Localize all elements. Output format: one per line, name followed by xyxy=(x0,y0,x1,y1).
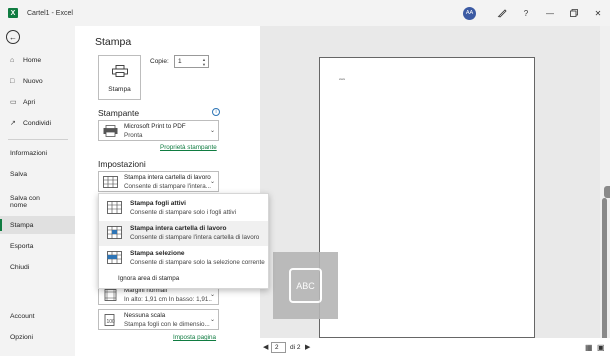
preview-page-text: xxxx xyxy=(339,77,345,81)
print-button-label: Stampa xyxy=(108,86,131,93)
printer-dropdown[interactable]: Microsoft Print to PDF Pronta ⌄ xyxy=(98,120,219,141)
menu-item-desc: Consente di stampare solo i fogli attivi xyxy=(130,209,237,216)
print-scope-dropdown[interactable]: Stampa intera cartella di lavoro Consent… xyxy=(98,171,219,192)
margins-icon xyxy=(104,289,117,301)
menu-item-print-selection[interactable]: Stampa selezione Consente di stampare so… xyxy=(99,246,268,271)
print-button[interactable]: Stampa xyxy=(98,55,141,100)
previous-page-icon[interactable]: ◀ xyxy=(263,343,268,351)
page-title: Stampa xyxy=(95,36,132,48)
preview-page: xxxx xyxy=(319,57,535,338)
print-scope-menu: Stampa fogli attivi Consente di stampare… xyxy=(98,193,269,289)
close-icon[interactable]: ✕ xyxy=(586,0,610,26)
printer-name: Microsoft Print to PDF xyxy=(124,123,186,130)
preview-footer xyxy=(260,338,610,356)
share-icon: ↗ xyxy=(10,120,16,127)
workbook-icon xyxy=(107,226,122,239)
menu-item-title: Stampa fogli attivi xyxy=(130,200,186,207)
menu-item-desc: Consente di stampare l'intera cartella d… xyxy=(130,234,260,241)
zoom-to-page-icon[interactable]: ▣ xyxy=(597,343,605,352)
sidebar-item-account[interactable]: Account xyxy=(0,307,75,325)
pen-icon[interactable] xyxy=(490,0,514,26)
page-count: di 2 xyxy=(290,344,301,351)
sidebar-item-info[interactable]: Informazioni xyxy=(0,144,75,162)
chevron-down-icon: ⌄ xyxy=(209,317,215,323)
window-title: Cartel1 - Excel xyxy=(27,9,73,17)
printer-icon xyxy=(103,125,118,137)
sidebar-item-open[interactable]: ▭ Apri xyxy=(0,93,75,111)
accessibility-overlay[interactable]: ABC xyxy=(273,252,338,319)
side-panel-handle[interactable] xyxy=(604,186,610,198)
sidebar-item-save-as[interactable]: Salva con nome xyxy=(0,189,75,215)
new-file-icon: □ xyxy=(10,77,15,85)
scaling-dropdown[interactable]: 100 Nessuna scala Stampa fogli con le di… xyxy=(98,309,219,330)
scaling-desc: Stampa fogli con le dimensio... xyxy=(124,321,210,328)
sidebar-item-share[interactable]: ↗ Condividi xyxy=(0,114,75,132)
print-scope-title: Stampa intera cartella di lavoro xyxy=(124,174,211,181)
chevron-down-icon: ⌄ xyxy=(209,292,215,298)
printer-properties-link[interactable]: Proprietà stampante xyxy=(160,144,217,151)
svg-text:100: 100 xyxy=(107,319,116,325)
chevron-down-icon: ⌄ xyxy=(209,128,215,134)
avatar[interactable]: AA xyxy=(463,6,476,20)
sidebar-item-home[interactable]: ⌂ Home xyxy=(0,51,75,69)
copies-label: Copie: xyxy=(150,58,169,65)
minimize-icon[interactable]: — xyxy=(538,0,562,26)
margins-desc: In alto: 1,91 cm In basso: 1,91... xyxy=(124,296,212,303)
sidebar-item-new[interactable]: □ Nuovo xyxy=(0,72,75,90)
text-recognition-icon: ABC xyxy=(289,268,322,303)
scaling-title: Nessuna scala xyxy=(124,312,166,319)
sidebar-item-options[interactable]: Opzioni xyxy=(0,328,75,346)
workbook-icon xyxy=(103,176,118,188)
settings-section-title: Impostazioni xyxy=(98,159,146,169)
menu-item-desc: Consente di stampare solo la selezione c… xyxy=(130,259,265,266)
sidebar-divider xyxy=(8,139,68,140)
ignore-print-area-option[interactable]: Ignora area di stampa xyxy=(118,275,179,282)
menu-item-title: Stampa intera cartella di lavoro xyxy=(130,225,227,232)
excel-logo-icon: X xyxy=(8,8,18,18)
menu-item-title: Stampa selezione xyxy=(130,250,185,257)
print-scope-desc: Consente di stampare l'intera... xyxy=(124,183,211,190)
menu-item-print-entire-workbook[interactable]: Stampa intera cartella di lavoro Consent… xyxy=(99,221,268,246)
sidebar-item-export[interactable]: Esporta xyxy=(0,237,75,255)
title-bar-controls: AA ? — ✕ xyxy=(463,0,610,26)
restore-icon[interactable] xyxy=(562,0,586,26)
info-icon[interactable]: i xyxy=(212,108,220,116)
show-margins-icon[interactable]: ▦ xyxy=(585,343,593,352)
printer-status: Pronta xyxy=(124,132,143,139)
home-icon: ⌂ xyxy=(10,56,15,64)
scrollbar-thumb[interactable] xyxy=(602,198,607,343)
sidebar-item-save[interactable]: Salva xyxy=(0,165,75,183)
title-bar: X Cartel1 - Excel AA ? — ✕ xyxy=(0,0,610,26)
page-setup-link[interactable]: Imposta pagina xyxy=(173,334,216,341)
back-arrow-icon[interactable]: ← xyxy=(6,30,20,44)
preview-scrollbar[interactable] xyxy=(600,26,610,343)
page-number-input[interactable]: 2 xyxy=(271,342,286,353)
help-icon[interactable]: ? xyxy=(514,0,538,26)
chevron-down-icon: ⌄ xyxy=(209,179,215,185)
copies-input[interactable]: 1 ▲ ▼ xyxy=(174,55,209,68)
sidebar-item-print[interactable]: Stampa xyxy=(0,216,75,234)
menu-item-print-active-sheets[interactable]: Stampa fogli attivi Consente di stampare… xyxy=(99,196,268,221)
next-page-icon[interactable]: ▶ xyxy=(305,343,310,351)
sidebar-item-close[interactable]: Chiudi xyxy=(0,258,75,276)
selection-icon xyxy=(107,251,122,264)
folder-icon: ▭ xyxy=(10,99,17,106)
scaling-icon: 100 xyxy=(104,314,116,326)
printer-icon xyxy=(112,65,128,77)
sheet-icon xyxy=(107,201,122,214)
backstage-sidebar: ← ⌂ Home □ Nuovo ▭ Apri ↗ Condividi Info… xyxy=(0,26,75,356)
printer-section-title: Stampante xyxy=(98,108,140,118)
copies-spinner-icon[interactable]: ▲ ▼ xyxy=(202,57,206,67)
